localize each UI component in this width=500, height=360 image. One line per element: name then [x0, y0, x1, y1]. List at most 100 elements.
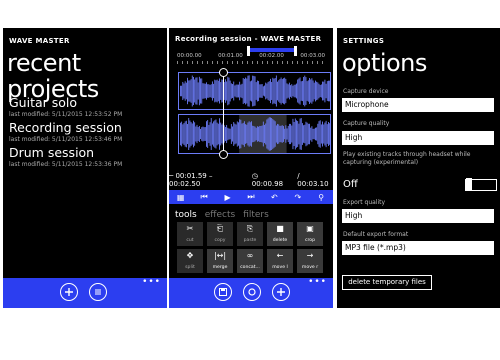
- tool-label: move r: [301, 265, 319, 270]
- page-title: options: [342, 49, 427, 77]
- delete-temp-files-button[interactable]: delete temporary files: [342, 275, 432, 290]
- zoom-icon[interactable]: ⚲: [314, 193, 328, 202]
- project-item[interactable]: Drum session last modified: 5/11/2015 12…: [9, 146, 122, 169]
- tool-label: paste: [243, 238, 257, 243]
- list-icon[interactable]: [89, 283, 107, 301]
- timeline-ticks: [177, 61, 325, 64]
- playhead[interactable]: [223, 72, 224, 154]
- timeline-label: 00:01.00: [218, 53, 243, 59]
- crop-button[interactable]: ▣ crop: [297, 222, 323, 246]
- undo-icon[interactable]: ↶: [267, 193, 281, 202]
- app-bar: •••: [169, 278, 333, 308]
- timeline-label: 00:03.00: [300, 53, 325, 59]
- add-icon[interactable]: [60, 283, 78, 301]
- cut-button[interactable]: ✂ cut: [177, 222, 203, 246]
- capture-device-label: Capture device: [343, 88, 389, 95]
- settings-screen: SETTINGS options Capture device Micropho…: [337, 28, 500, 308]
- playhead-knob[interactable]: [219, 150, 228, 159]
- tool-label: move l: [272, 265, 288, 270]
- tool-label: cut: [186, 238, 194, 243]
- play-existing-toggle[interactable]: [465, 178, 497, 191]
- project-modified: last modified: 5/11/2015 12:53:36 PM: [9, 161, 123, 168]
- save-icon[interactable]: [214, 283, 232, 301]
- tool-tabs: tools effects filters: [175, 210, 269, 220]
- transport-controls: ▦ ⏮ ▶ ⏭ ↶ ↷ ⚲: [169, 190, 333, 204]
- editor-screen: Recording session - WAVE MASTER 00:00.00…: [169, 28, 333, 308]
- tool-label: crop: [304, 238, 316, 243]
- project-item[interactable]: Recording session last modified: 5/11/20…: [9, 121, 122, 144]
- timeline-ruler[interactable]: 00:00.00 00:01.00 00:02.00 00:03.00: [177, 46, 325, 64]
- selection-range: ─ 00:01.59 – 00:02.50: [169, 172, 213, 188]
- project-name: Drum session: [9, 145, 95, 160]
- play-icon[interactable]: ▶: [221, 193, 235, 202]
- timeline-label: 00:00.00: [177, 53, 202, 59]
- project-name: Recording session: [9, 120, 122, 135]
- capture-device-select[interactable]: Microphone: [342, 98, 494, 112]
- tool-label: delete: [272, 238, 288, 243]
- scissors-icon: ✂: [186, 224, 194, 233]
- recent-projects-screen: WAVE MASTER recent projects Guitar solo …: [3, 28, 167, 308]
- link-icon: ∞: [246, 251, 254, 260]
- waveform-track[interactable]: [178, 72, 331, 110]
- tab-filters[interactable]: filters: [243, 210, 269, 220]
- capture-quality-select[interactable]: High: [342, 131, 494, 145]
- add-icon[interactable]: [272, 283, 290, 301]
- arrow-left-icon: ←: [276, 251, 284, 260]
- selection-duration: ◷ 00:00.98: [251, 172, 284, 188]
- more-button[interactable]: •••: [308, 278, 327, 287]
- waveform: [179, 115, 330, 153]
- move-right-button[interactable]: → move r: [297, 249, 323, 273]
- tools-grid: ✂ cut ⎗ copy ⎘ paste ■ delete ▣ crop ✥ split |…: [177, 222, 325, 273]
- previous-icon[interactable]: ⏮: [197, 192, 211, 202]
- split-icon: ✥: [186, 251, 194, 260]
- toggle-knob: [466, 178, 472, 191]
- play-existing-label: Play existing tracks through headset whi…: [343, 151, 471, 166]
- next-icon[interactable]: ⏭: [244, 192, 258, 202]
- time-readout: ─ 00:01.59 – 00:02.50 ◷ 00:00.98 / 00:03…: [169, 172, 333, 188]
- move-left-button[interactable]: ← move l: [267, 249, 293, 273]
- export-quality-label: Export quality: [343, 199, 386, 206]
- copy-button[interactable]: ⎗ copy: [207, 222, 233, 246]
- record-icon[interactable]: [243, 283, 261, 301]
- app-title: WAVE MASTER: [9, 37, 70, 45]
- delete-button[interactable]: ■ delete: [267, 222, 293, 246]
- project-modified: last modified: 5/11/2015 12:53:46 PM: [9, 136, 123, 143]
- timeline-selection: [247, 48, 296, 52]
- total-duration: / 00:03.10: [297, 172, 329, 188]
- project-name: Guitar solo: [9, 95, 78, 110]
- app-bar: •••: [3, 278, 167, 308]
- export-quality-select[interactable]: High: [342, 209, 494, 223]
- default-export-select[interactable]: MP3 file (*.mp3): [342, 241, 494, 255]
- timeline-label: 00:02.00: [259, 53, 284, 59]
- tool-label: concat...: [240, 265, 260, 270]
- more-button[interactable]: •••: [142, 278, 161, 287]
- capture-quality-label: Capture quality: [343, 120, 390, 127]
- select-icon[interactable]: ▦: [174, 193, 188, 202]
- timeline-labels: 00:00.00 00:01.00 00:02.00 00:03.00: [177, 53, 325, 59]
- waveform-track[interactable]: [178, 114, 331, 154]
- merge-icon: |↔|: [213, 251, 227, 260]
- concat-button[interactable]: ∞ concat...: [237, 249, 263, 273]
- playhead-knob[interactable]: [219, 68, 228, 77]
- default-export-label: Default export format: [343, 231, 409, 238]
- split-button[interactable]: ✥ split: [177, 249, 203, 273]
- arrow-right-icon: →: [306, 251, 314, 260]
- project-item[interactable]: Guitar solo last modified: 5/11/2015 12:…: [9, 96, 122, 119]
- merge-button[interactable]: |↔| merge: [207, 249, 233, 273]
- copy-icon: ⎗: [216, 224, 224, 233]
- redo-icon[interactable]: ↷: [291, 193, 305, 202]
- editor-title: Recording session - WAVE MASTER: [175, 35, 322, 43]
- delete-icon: ■: [276, 224, 284, 233]
- crop-icon: ▣: [306, 224, 314, 233]
- paste-icon: ⎘: [246, 224, 254, 233]
- paste-button[interactable]: ⎘ paste: [237, 222, 263, 246]
- play-existing-state: Off: [343, 179, 358, 190]
- settings-title: SETTINGS: [343, 37, 385, 45]
- tool-label: copy: [214, 238, 226, 243]
- tab-tools[interactable]: tools: [175, 210, 197, 220]
- tool-label: merge: [212, 265, 228, 270]
- tool-label: split: [185, 265, 195, 270]
- waveform: [179, 75, 330, 107]
- tab-effects[interactable]: effects: [205, 210, 235, 220]
- project-modified: last modified: 5/11/2015 12:53:52 PM: [9, 111, 123, 118]
